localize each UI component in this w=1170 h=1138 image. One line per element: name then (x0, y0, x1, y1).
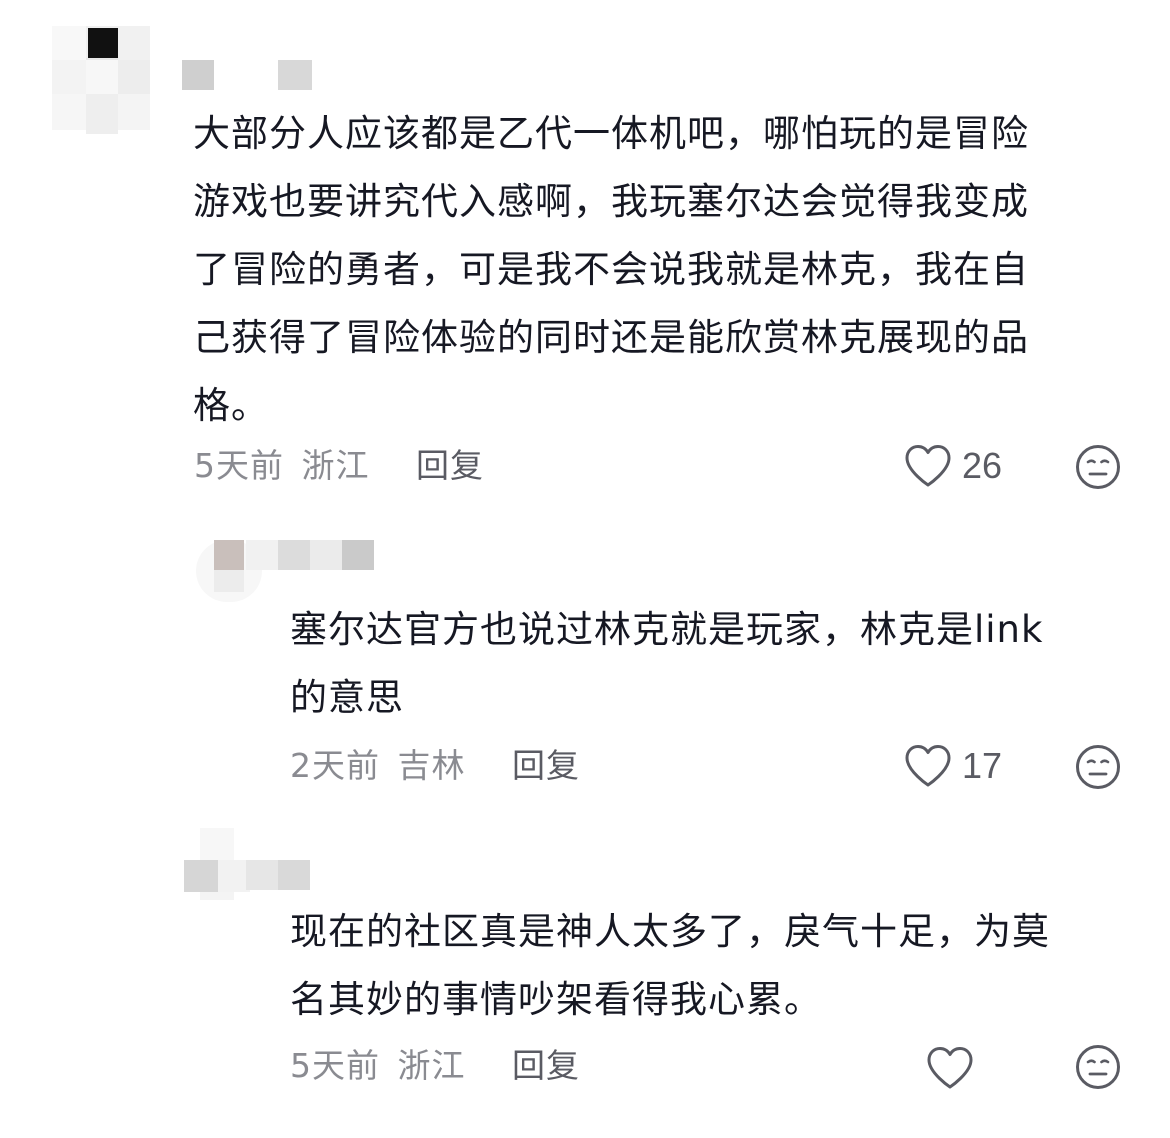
comment-time: 5天前 (194, 446, 284, 485)
comment-text: 现在的社区真是神人太多了，戾气十足，为莫 名其妙的事情吵架看得我心累。 (290, 898, 1050, 1034)
username[interactable] (246, 540, 374, 570)
comment-text-line: 己获得了冒险体验的同时还是能欣赏林克展现的品 (193, 316, 1029, 359)
like-button[interactable]: 26 (904, 444, 1002, 488)
reply-button[interactable]: 回复 (512, 744, 580, 788)
like-button[interactable] (926, 1046, 984, 1090)
comment-text-line: 塞尔达官方也说过林克就是玩家，林克是link (290, 608, 1044, 651)
comment-text-line: 大部分人应该都是乙代一体机吧，哪怕玩的是冒险 (193, 112, 1029, 155)
meh-face-icon[interactable] (1075, 444, 1121, 490)
comment-text-line: 名其妙的事情吵架看得我心累。 (290, 978, 822, 1021)
meh-face-icon[interactable] (1075, 744, 1121, 790)
username[interactable] (182, 60, 312, 90)
heart-outline-icon (905, 745, 951, 787)
avatar[interactable] (184, 828, 250, 900)
comment-meta: 2天前 吉林 (290, 744, 466, 788)
like-count: 17 (962, 745, 1003, 786)
like-button[interactable]: 17 (904, 744, 1002, 788)
comment-location: 浙江 (301, 446, 370, 485)
reply-button[interactable]: 回复 (416, 444, 484, 488)
heart-outline-icon (927, 1047, 973, 1089)
like-count: 26 (962, 445, 1003, 486)
avatar[interactable] (52, 26, 150, 138)
comment-time: 5天前 (290, 1046, 380, 1085)
comment-text-line: 现在的社区真是神人太多了，戾气十足，为莫 (290, 910, 1050, 953)
comment-text-line: 了冒险的勇者，可是我不会说我就是林克，我在自 (193, 248, 1029, 291)
comment-text-line: 游戏也要讲究代入感啊，我玩塞尔达会觉得我变成 (193, 180, 1029, 223)
comment-location: 吉林 (397, 746, 466, 785)
reply-button[interactable]: 回复 (512, 1044, 580, 1088)
comment-meta: 5天前 浙江 (290, 1044, 466, 1088)
username[interactable] (246, 860, 310, 890)
meh-face-icon[interactable] (1075, 1044, 1121, 1090)
comment-text: 塞尔达官方也说过林克就是玩家，林克是link 的意思 (290, 596, 1043, 732)
comment-location: 浙江 (397, 1046, 466, 1085)
comment-text-line: 格。 (193, 384, 269, 427)
heart-outline-icon (905, 445, 951, 487)
comment-text: 大部分人应该都是乙代一体机吧，哪怕玩的是冒险 游戏也要讲究代入感啊，我玩塞尔达会… (193, 100, 1029, 440)
comment-meta: 5天前 浙江 (194, 444, 370, 488)
comment-time: 2天前 (290, 746, 380, 785)
comment-text-line: 的意思 (290, 676, 404, 719)
